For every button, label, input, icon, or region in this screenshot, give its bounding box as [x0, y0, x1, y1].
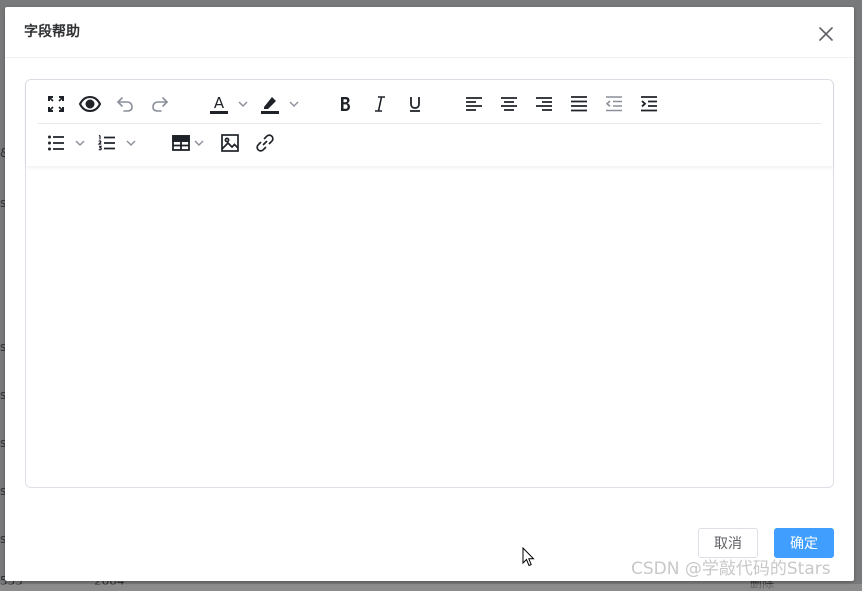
align-center-icon[interactable]	[497, 92, 521, 116]
bold-icon[interactable]	[333, 92, 357, 116]
redo-icon[interactable]	[148, 92, 172, 116]
table-chevron-down-icon[interactable]	[193, 137, 205, 149]
bulleted-list-chevron-down-icon[interactable]	[74, 137, 86, 149]
highlight-dropdown-chevron-down-icon[interactable]	[288, 98, 300, 110]
image-icon[interactable]	[218, 131, 242, 155]
indent-icon[interactable]	[637, 92, 661, 116]
preview-eye-icon[interactable]	[78, 92, 102, 116]
dialog-title: 字段帮助	[24, 24, 80, 40]
undo-icon[interactable]	[113, 92, 137, 116]
toolbar-divider	[38, 123, 821, 124]
align-right-icon[interactable]	[532, 92, 556, 116]
editor-content-area[interactable]	[26, 168, 833, 487]
numbered-list-icon[interactable]	[95, 131, 119, 155]
outdent-icon[interactable]	[602, 92, 626, 116]
rich-text-editor: A	[25, 79, 834, 488]
align-left-icon[interactable]	[462, 92, 486, 116]
font-color-dropdown-chevron-down-icon[interactable]	[237, 98, 249, 110]
table-icon[interactable]	[169, 131, 193, 155]
underline-icon[interactable]	[403, 92, 427, 116]
field-help-dialog: 字段帮助 A 取消 确定	[5, 7, 854, 581]
fullscreen-icon[interactable]	[44, 92, 68, 116]
font-color-icon[interactable]: A	[207, 92, 231, 116]
align-justify-icon[interactable]	[567, 92, 591, 116]
dialog-header: 字段帮助	[5, 7, 854, 58]
watermark-text: CSDN @学敲代码的Stars	[631, 559, 831, 579]
font-color-letter: A	[214, 94, 225, 112]
numbered-list-chevron-down-icon[interactable]	[125, 137, 137, 149]
mouse-cursor-icon	[522, 547, 535, 567]
close-icon[interactable]	[817, 25, 835, 43]
editor-toolbar: A	[26, 80, 833, 166]
italic-icon[interactable]	[368, 92, 392, 116]
highlight-color-icon[interactable]	[258, 92, 282, 116]
link-icon[interactable]	[253, 131, 277, 155]
bulleted-list-icon[interactable]	[44, 131, 68, 155]
